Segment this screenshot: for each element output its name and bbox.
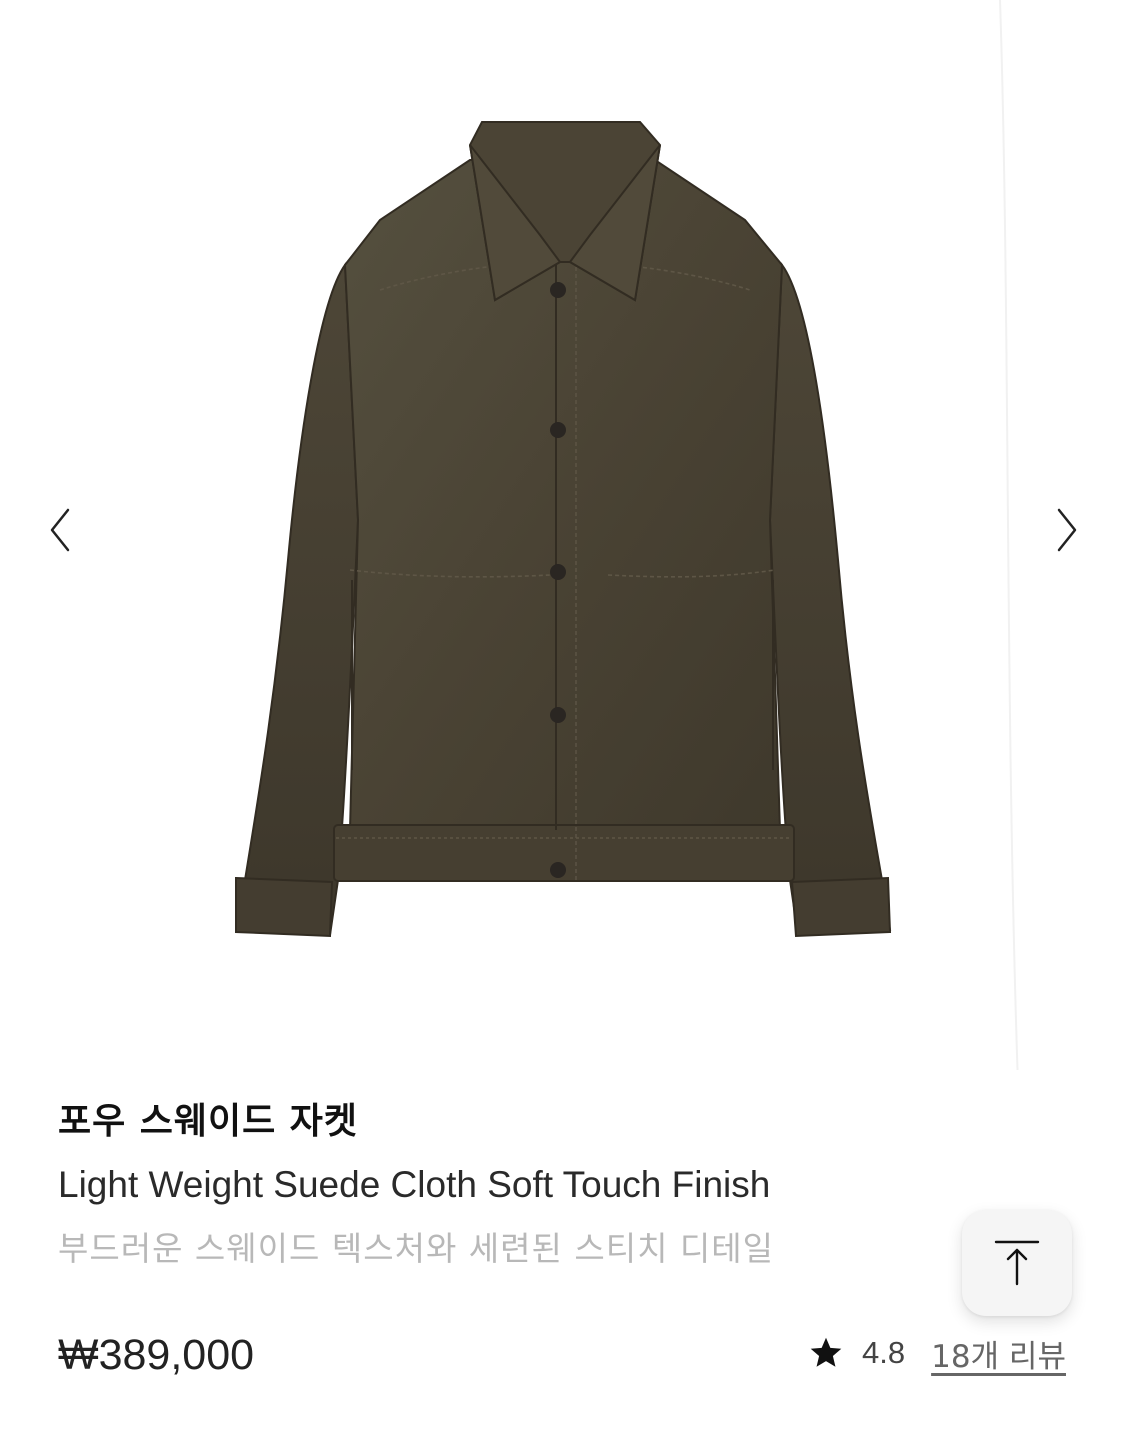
product-rating: 4.8 18개 리뷰 [808, 1328, 1066, 1378]
chevron-right-icon [1057, 508, 1077, 552]
review-count-link[interactable]: 18개 리뷰 [931, 1331, 1066, 1376]
scroll-to-top-button[interactable] [962, 1210, 1072, 1316]
product-info: 포우 스웨이드 자켓 Light Weight Suede Cloth Soft… [58, 1095, 938, 1275]
star-icon [810, 1337, 842, 1367]
product-image-gallery[interactable] [0, 0, 1125, 1070]
product-subtitle-english: Light Weight Suede Cloth Soft Touch Fini… [58, 1164, 771, 1205]
prev-image-button[interactable] [40, 500, 80, 560]
chevron-left-icon [50, 508, 70, 552]
product-subtitle-korean: 부드러운 스웨이드 텍스처와 세련된 스티치 디테일 [58, 1229, 775, 1268]
rating-value: 4.8 [862, 1335, 906, 1370]
arrow-to-top-icon [994, 1240, 1040, 1286]
product-title: 포우 스웨이드 자켓 [58, 1101, 359, 1142]
next-image-button[interactable] [1047, 500, 1087, 560]
product-price: ₩389,000 [58, 1331, 255, 1379]
product-image [235, 0, 1019, 1070]
